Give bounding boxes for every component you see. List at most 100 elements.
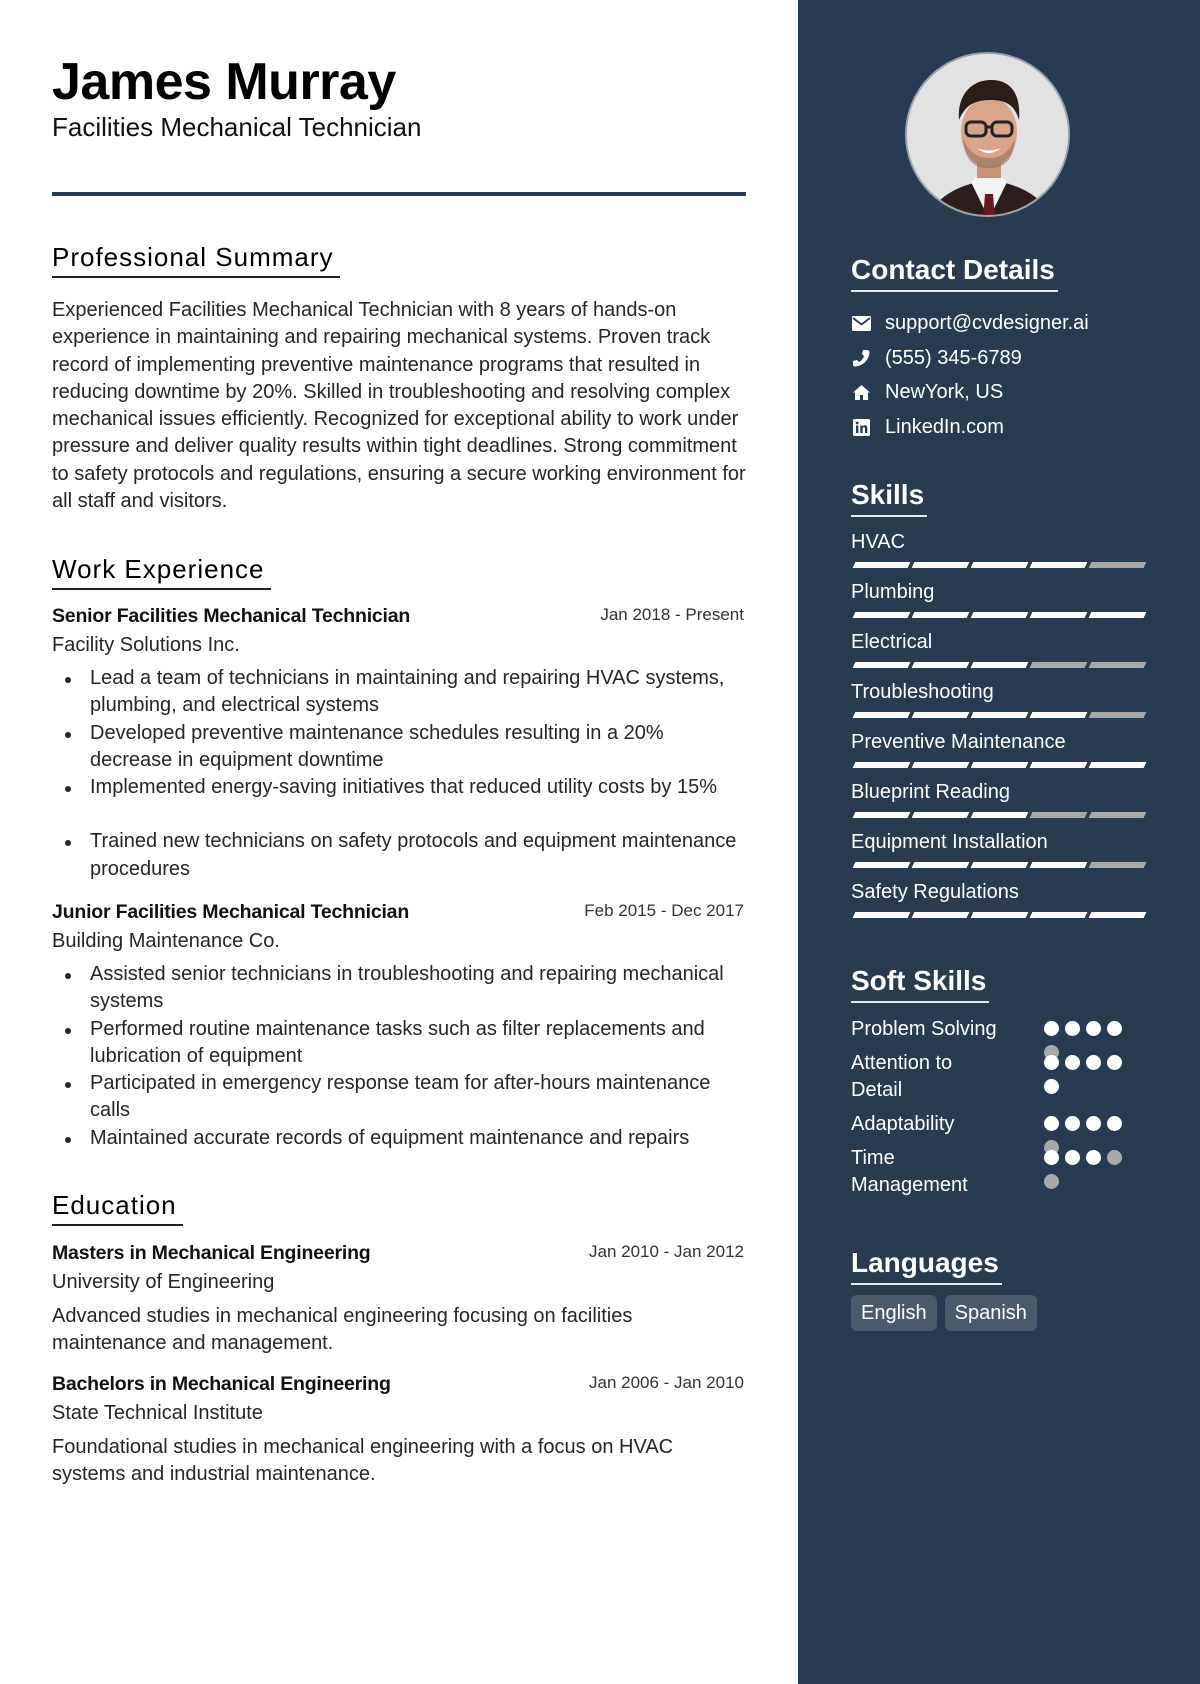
skill-segment-filled — [852, 762, 911, 768]
skill-level-bar — [851, 912, 1151, 918]
skill-name: Equipment Installation — [851, 831, 1048, 853]
job-bullet: Assisted senior technicians in troublesh… — [52, 961, 746, 1016]
skill-name: Electrical — [851, 631, 933, 653]
soft-skill-rating — [1044, 1150, 1128, 1189]
skill-segment-filled — [1088, 912, 1147, 918]
skill-segment-filled — [852, 562, 911, 568]
education-dates: Jan 2010 - Jan 2012 — [588, 1242, 744, 1261]
skill-segment-empty — [1088, 712, 1147, 718]
candidate-title: Facilities Mechanical Technician — [52, 112, 422, 142]
job-entry: Junior Facilities Mechanical Technician … — [52, 901, 746, 1152]
skill-segment-filled — [1029, 762, 1088, 768]
skill-segment-filled — [911, 812, 970, 818]
skill-segment-filled — [970, 612, 1029, 618]
bullet-icon — [65, 1136, 71, 1143]
profile-photo — [905, 52, 1070, 217]
education-description: Foundational studies in mechanical engin… — [52, 1436, 674, 1486]
section-heading-summary: Professional Summary — [52, 241, 340, 278]
education-entry: Masters in Mechanical Engineering Jan 20… — [52, 1242, 746, 1358]
skill-name: Troubleshooting — [851, 681, 994, 703]
job-bullets: Assisted senior technicians in troublesh… — [52, 961, 746, 1152]
skill-segment-empty — [1088, 812, 1147, 818]
job-title: Senior Facilities Mechanical Technician — [52, 605, 411, 627]
skill-segment-filled — [1029, 912, 1088, 918]
bullet-icon — [65, 731, 71, 738]
skill-item: Safety Regulations — [851, 880, 1151, 918]
sidebar: Contact Details support@cvdesigner.ai (5… — [798, 0, 1200, 1684]
skill-segment-filled — [970, 562, 1029, 568]
skill-name: Blueprint Reading — [851, 781, 1010, 803]
skill-segment-filled — [911, 562, 970, 568]
rating-dot-empty — [1044, 1174, 1059, 1189]
skill-segment-filled — [852, 812, 911, 818]
soft-skill-name: Adaptability — [851, 1113, 955, 1135]
skill-segment-filled — [970, 862, 1029, 868]
skill-level-bar — [851, 762, 1151, 768]
skill-name: Safety Regulations — [851, 881, 1019, 903]
skill-segment-filled — [911, 862, 970, 868]
skill-item: Equipment Installation — [851, 830, 1151, 868]
skill-segment-filled — [1088, 762, 1147, 768]
skill-segment-filled — [1029, 562, 1088, 568]
envelope-icon — [851, 313, 871, 333]
skill-item: Plumbing — [851, 580, 1151, 618]
section-heading-education: Education — [52, 1189, 183, 1226]
skill-name: Plumbing — [851, 581, 935, 603]
education-entry: Bachelors in Mechanical Engineering Jan … — [52, 1373, 746, 1489]
rating-dot-filled — [1065, 1021, 1080, 1036]
skill-segment-filled — [911, 762, 970, 768]
skill-segment-filled — [911, 612, 970, 618]
bullet-icon — [65, 1027, 71, 1034]
bullet-icon — [65, 840, 71, 847]
job-entry: Senior Facilities Mechanical Technician … — [52, 605, 746, 883]
skill-segment-filled — [970, 762, 1029, 768]
bullet-icon — [65, 1082, 71, 1089]
summary-text: Experienced Facilities Mechanical Techni… — [52, 299, 746, 513]
soft-skill-rating — [1044, 1116, 1128, 1155]
rating-dot-filled — [1086, 1021, 1101, 1036]
rating-dot-filled — [1086, 1116, 1101, 1131]
contact-email[interactable]: support@cvdesigner.ai — [851, 308, 1089, 338]
section-heading-experience: Work Experience — [52, 553, 271, 590]
skill-item: Troubleshooting — [851, 680, 1151, 718]
contact-linkedin[interactable]: LinkedIn.com — [851, 412, 1004, 442]
linkedin-icon — [851, 417, 871, 437]
skill-segment-filled — [1029, 862, 1088, 868]
bullet-icon — [65, 677, 71, 683]
skill-segment-filled — [1029, 712, 1088, 718]
job-title: Junior Facilities Mechanical Technician — [52, 901, 410, 923]
job-bullet: Implemented energy-saving initiatives th… — [52, 774, 746, 801]
skill-segment-filled — [911, 662, 970, 668]
bullet-icon — [65, 786, 71, 793]
contact-phone[interactable]: (555) 345-6789 — [851, 343, 1022, 373]
rating-dot-filled — [1065, 1150, 1080, 1165]
home-icon — [851, 382, 871, 402]
language-chip: Spanish — [944, 1295, 1037, 1331]
rating-dot-filled — [1044, 1150, 1059, 1165]
rating-dot-filled — [1107, 1021, 1122, 1036]
skill-segment-empty — [1029, 662, 1088, 668]
skill-level-bar — [851, 862, 1151, 868]
skill-segment-filled — [970, 712, 1029, 718]
skill-item: Preventive Maintenance — [851, 730, 1151, 768]
rating-dot-filled — [1044, 1021, 1059, 1036]
rating-dot-empty — [1107, 1150, 1122, 1165]
skill-level-bar — [851, 662, 1151, 668]
job-bullet: Trained new technicians on safety protoc… — [52, 828, 746, 883]
portrait-icon — [907, 54, 1068, 215]
skill-level-bar — [851, 812, 1151, 818]
rating-dot-filled — [1086, 1150, 1101, 1165]
rating-dot-filled — [1044, 1055, 1059, 1070]
rating-dot-filled — [1107, 1055, 1122, 1070]
rating-dot-filled — [1107, 1116, 1122, 1131]
job-bullets: Lead a team of technicians in maintainin… — [52, 665, 746, 883]
rating-dot-filled — [1044, 1079, 1059, 1094]
candidate-name: James Murray — [52, 53, 396, 111]
section-heading-contact: Contact Details — [851, 254, 1058, 292]
skill-segment-filled — [1088, 612, 1147, 618]
skill-name: HVAC — [851, 531, 906, 553]
degree-title: Bachelors in Mechanical Engineering — [52, 1373, 391, 1395]
soft-skill-name: Time Management — [851, 1147, 968, 1196]
skill-name: Preventive Maintenance — [851, 731, 1066, 753]
skill-segment-empty — [1088, 562, 1147, 568]
